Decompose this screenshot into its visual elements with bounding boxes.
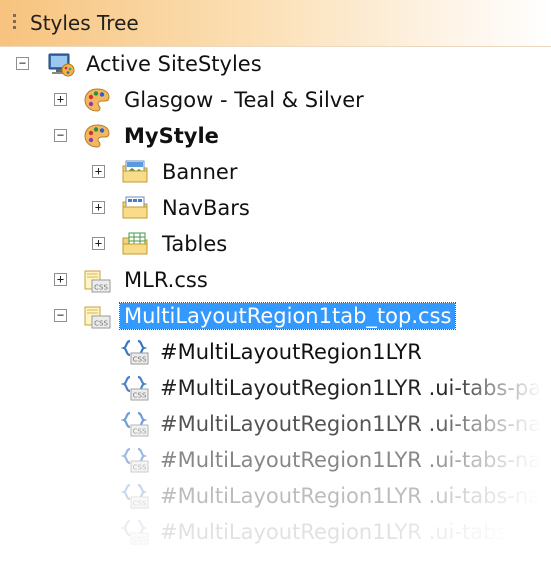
svg-text:CSS: CSS (94, 320, 108, 328)
tree-node-css-rule[interactable]: CSS #MultiLayoutRegion1LYR .ui-tabs-pa (0, 370, 551, 406)
tree-node-active-sitestyles[interactable]: − Active SiteStyles (0, 46, 551, 82)
tree-node-label: #MultiLayoutRegion1LYR .ui-tabs-na (160, 448, 542, 472)
styles-tree-panel: Styles Tree − Active SiteStyles + Glasgo… (0, 0, 551, 569)
tree-node-navbars[interactable]: + NavBars (0, 190, 551, 226)
collapse-toggle[interactable]: − (54, 309, 67, 322)
tree-node-label: Banner (162, 160, 238, 184)
palette-icon (84, 88, 110, 112)
tree-node-label: #MultiLayoutRegion1LYR (160, 340, 422, 364)
tree-node-css-rule[interactable]: CSS #MultiLayoutRegion1LYR (0, 334, 551, 370)
tree-node-style-glasgow[interactable]: + Glasgow - Teal & Silver (0, 82, 551, 118)
tree-node-label: #MultiLayoutRegion1LYR .ui-tabs-pa (160, 376, 542, 400)
svg-text:CSS: CSS (94, 284, 108, 292)
tables-folder-icon (122, 232, 148, 255)
tree-node-label: MyStyle (124, 124, 219, 148)
expand-toggle[interactable]: + (54, 273, 67, 286)
tree-node-label: #MultiLayoutRegion1LYR .ui-tabs-na (160, 412, 542, 436)
css-rule-icon: CSS (120, 375, 149, 401)
css-file-icon: CSS (84, 306, 111, 329)
css-rule-icon: CSS (120, 339, 149, 365)
css-file-icon: CSS (84, 270, 111, 293)
site-styles-icon (48, 53, 75, 77)
expand-toggle[interactable]: + (54, 93, 67, 106)
panel-title: Styles Tree (30, 11, 139, 35)
expand-toggle[interactable]: + (92, 201, 105, 214)
grip-icon[interactable] (13, 14, 17, 34)
palette-icon (84, 124, 110, 148)
banner-folder-icon (122, 160, 148, 183)
css-rule-icon: CSS (120, 447, 149, 473)
svg-text:CSS: CSS (133, 464, 147, 472)
navbars-folder-icon (122, 196, 148, 219)
panel-titlebar: Styles Tree (0, 0, 551, 47)
tree-node-label: Glasgow - Teal & Silver (124, 88, 364, 112)
tree-node-label-selected: MultiLayoutRegion1tab_top.css (118, 302, 457, 330)
expand-toggle[interactable]: + (92, 237, 105, 250)
svg-text:CSS: CSS (133, 356, 147, 364)
tree-node-css-rule[interactable]: CSS #MultiLayoutRegion1LYR .ui-tabs-na (0, 406, 551, 442)
css-rule-icon: CSS (120, 483, 149, 509)
expand-toggle[interactable]: + (92, 165, 105, 178)
tree-node-label: NavBars (162, 196, 250, 220)
collapse-toggle[interactable]: − (16, 57, 29, 70)
svg-text:CSS: CSS (133, 392, 147, 400)
tree-node-label: #MultiLayoutRegion1LYR .ui-tabs-na (160, 484, 542, 508)
tree-node-css-multilayout[interactable]: − CSS MultiLayoutRegion1tab_top.css (0, 298, 551, 334)
styles-tree: − Active SiteStyles + Glasgow - Teal & S… (0, 46, 551, 569)
tree-node-css-rule[interactable]: CSS #MultiLayoutRegion1LYR .ui-tabs-na (0, 478, 551, 514)
tree-node-css-rule[interactable]: CSS #MultiLayoutRegion1LYR .ui-tabs-na (0, 442, 551, 478)
tree-node-css-mlr[interactable]: + CSS MLR.css (0, 262, 551, 298)
collapse-toggle[interactable]: − (54, 129, 67, 142)
svg-text:CSS: CSS (133, 428, 147, 436)
tree-node-label: MLR.css (124, 268, 208, 292)
tree-node-label: Active SiteStyles (86, 52, 262, 76)
tree-node-css-rule[interactable]: CSS #MultiLayoutRegion1LYR .ui-tabs- (0, 514, 551, 550)
svg-text:CSS: CSS (133, 500, 147, 508)
svg-text:CSS: CSS (133, 536, 147, 544)
tree-node-label: Tables (162, 232, 228, 256)
css-rule-icon: CSS (120, 519, 149, 545)
tree-node-style-mystyle[interactable]: − MyStyle (0, 118, 551, 154)
tree-node-banner[interactable]: + Banner (0, 154, 551, 190)
tree-node-label: #MultiLayoutRegion1LYR .ui-tabs- (160, 520, 515, 544)
tree-node-tables[interactable]: + Tables (0, 226, 551, 262)
css-rule-icon: CSS (120, 411, 149, 437)
